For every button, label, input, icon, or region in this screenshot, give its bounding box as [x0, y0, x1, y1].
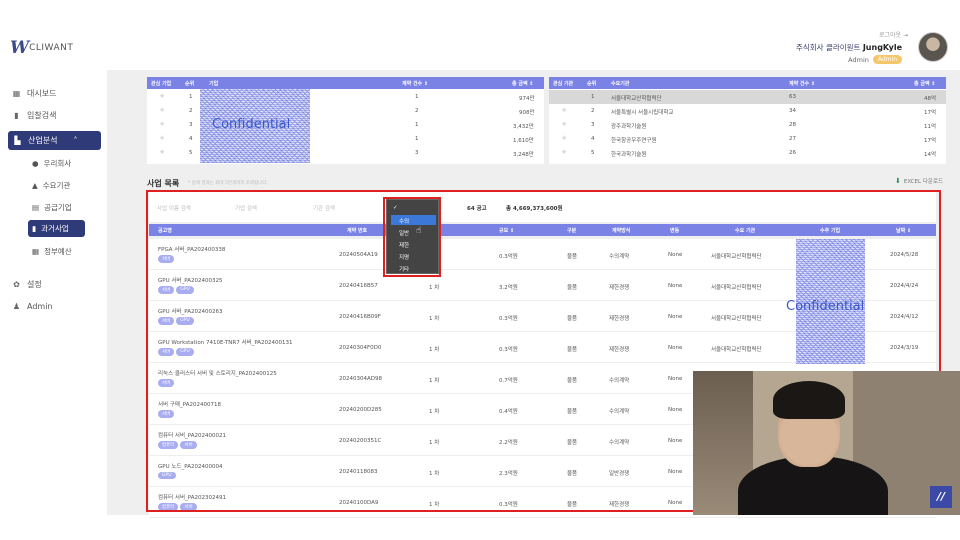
star-icon[interactable]: ★: [159, 120, 165, 128]
sidebar-sub-agencies[interactable]: ▲ 수요기관: [32, 180, 70, 191]
star-icon[interactable]: ★: [561, 120, 567, 128]
webcam-overlay: //: [693, 371, 960, 515]
star-icon[interactable]: ★: [159, 148, 165, 156]
sidebar-sub-my-company[interactable]: ● 우리회사: [32, 158, 71, 169]
dropdown-option-sui[interactable]: 수의: [391, 215, 436, 225]
role-badge: Admin: [872, 55, 902, 64]
cliwant-logo[interactable]: W CLIWANT: [10, 38, 73, 58]
cliwant-watermark-icon: //: [930, 486, 952, 508]
star-icon[interactable]: ★: [561, 148, 567, 156]
table-row[interactable]: ★ 1 서울대학교산학협력단 63 48억: [549, 90, 946, 104]
document-icon: ▮: [14, 111, 19, 120]
list-icon: ▤: [32, 203, 40, 212]
table-icon: ▦: [32, 247, 40, 256]
bar-chart-icon: ▙: [14, 136, 21, 145]
header: W CLIWANT 로그아웃 ⇥ 주식회사 클라이원트 JungKyle Adm…: [0, 0, 960, 70]
logo-mark-icon: W: [10, 38, 29, 58]
sidebar-sub-suppliers[interactable]: ▤ 공급기업: [32, 202, 72, 213]
building-icon: ▲: [32, 181, 38, 190]
star-icon[interactable]: ★: [561, 92, 567, 100]
chevron-up-icon: ˄: [73, 136, 78, 145]
avatar[interactable]: [918, 32, 948, 62]
sidebar-item-settings[interactable]: ✿ 설정: [12, 279, 42, 290]
dropdown-check: ✓: [393, 205, 398, 211]
hand-cursor-icon: ☝: [416, 226, 422, 236]
presenter-hair: [773, 381, 845, 419]
star-icon[interactable]: ★: [561, 106, 567, 114]
download-icon: ⬇: [895, 177, 901, 185]
star-icon[interactable]: ★: [561, 134, 567, 142]
dropdown-option-other[interactable]: 기타: [391, 263, 436, 273]
sidebar-sub-past-projects[interactable]: ▮ 과거사업: [28, 220, 85, 237]
star-icon[interactable]: ★: [159, 92, 165, 100]
projects-note: * 검색 결과는 최대 5만개까지 조회됩니다.: [188, 181, 268, 186]
logout-icon: ⇥: [902, 32, 908, 39]
sidebar-item-admin[interactable]: ♟ Admin: [12, 302, 53, 311]
user-icon: ♟: [12, 302, 21, 311]
interest-agencies-header: 관심 기관 순위 수요기관 계약 건수 ⇕ 총 금액 ⇕: [549, 77, 946, 89]
person-icon: ●: [32, 159, 39, 168]
table-row[interactable]: ★ 5 한국과학기술원 26 14억: [549, 146, 946, 160]
table-row[interactable]: ★ 2 서울특별시 서울시립대학교 34 17억: [549, 104, 946, 118]
sidebar-item-bid-search[interactable]: ▮ 입찰검색: [12, 110, 56, 121]
dropdown-option-designated[interactable]: 지명: [391, 251, 436, 261]
excel-download-button[interactable]: ⬇ EXCEL 다운로드: [895, 177, 943, 185]
contract-method-dropdown[interactable]: ✓ 수의 일반 제한 지명 기타: [386, 199, 439, 274]
table-row[interactable]: ★ 4 한국항공우주연구원 27 17억: [549, 132, 946, 146]
logout-link[interactable]: 로그아웃 ⇥: [879, 30, 908, 39]
gear-icon: ✿: [13, 280, 20, 289]
table-row[interactable]: ★ 3 광주과학기술원 28 11억: [549, 118, 946, 132]
company-user: 주식회사 클라이원트 JungKyle: [795, 43, 902, 52]
interest-companies-header: 관심 기업 순위 기업 계약 건수 ⇕ 총 금액 ⇕: [147, 77, 544, 89]
projects-title: 사업 목록: [147, 179, 180, 188]
confidential-label: Confidential: [212, 117, 291, 132]
grid-icon: ▦: [12, 89, 21, 98]
dropdown-option-restricted[interactable]: 제한: [391, 239, 436, 249]
star-icon[interactable]: ★: [159, 106, 165, 114]
logo-text: CLIWANT: [29, 43, 74, 53]
file-icon: ▮: [32, 224, 37, 233]
sidebar-item-dashboard[interactable]: ▦ 대시보드: [12, 88, 57, 99]
dropdown-option-general[interactable]: 일반: [391, 227, 436, 237]
star-icon[interactable]: ★: [159, 134, 165, 142]
username: JungKyle: [862, 43, 902, 52]
role-line: Admin Admin: [848, 55, 902, 64]
sidebar-item-industry-analysis[interactable]: ▙ 산업분석 ˄: [8, 131, 101, 150]
sidebar-sub-gov-budget[interactable]: ▦ 정부예산: [32, 246, 72, 257]
